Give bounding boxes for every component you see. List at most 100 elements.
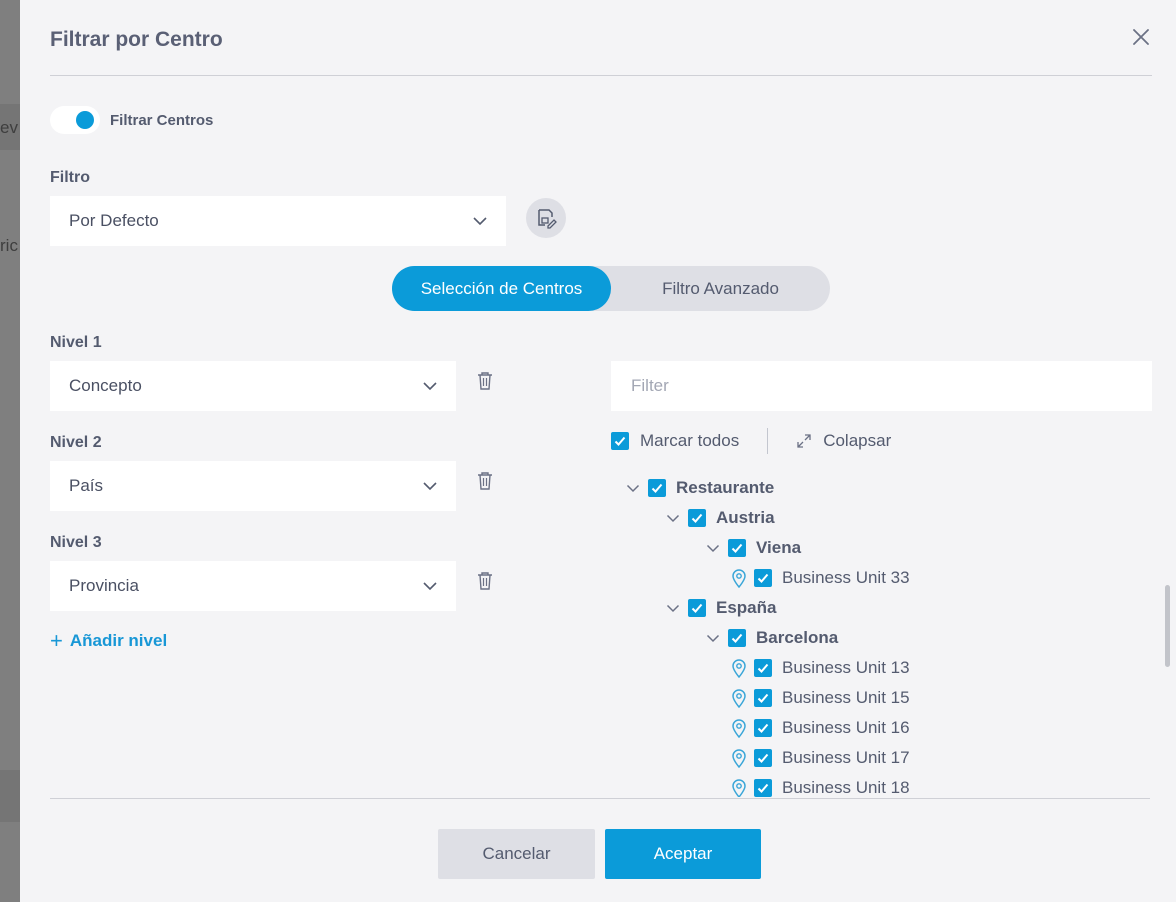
tree-node-label: Viena bbox=[756, 538, 802, 557]
level-3-select[interactable]: Provincia bbox=[50, 561, 456, 611]
trash-icon[interactable] bbox=[477, 571, 493, 591]
save-filter-button[interactable] bbox=[526, 198, 566, 238]
tree-node-label: Business Unit 13 bbox=[782, 658, 910, 677]
plus-icon: + bbox=[50, 628, 63, 653]
chevron-down-icon bbox=[423, 582, 437, 591]
tree-node-checkbox[interactable] bbox=[754, 659, 772, 677]
level-3-label: Nivel 3 bbox=[50, 534, 102, 551]
location-pin-icon bbox=[730, 778, 748, 797]
check-all-checkbox[interactable] bbox=[611, 432, 629, 450]
tree-leaf-node[interactable]: Business Unit 16 bbox=[730, 713, 910, 743]
level-1-label: Nivel 1 bbox=[50, 334, 102, 351]
save-edit-icon bbox=[538, 209, 557, 229]
tree-node-checkbox[interactable] bbox=[688, 509, 706, 527]
toggle-label: Filtrar Centros bbox=[110, 111, 214, 129]
check-icon bbox=[757, 573, 769, 583]
check-icon bbox=[731, 633, 743, 643]
check-icon bbox=[757, 723, 769, 733]
location-pin-icon bbox=[730, 688, 748, 708]
filter-select-value: Por Defecto bbox=[69, 211, 159, 230]
tree-leaf-node[interactable]: Business Unit 13 bbox=[730, 653, 910, 683]
tree-node-label: España bbox=[716, 598, 777, 617]
level-3-value: Provincia bbox=[69, 576, 139, 595]
tab-advanced-filter[interactable]: Filtro Avanzado bbox=[611, 266, 830, 311]
filter-centers-toggle-row: Filtrar Centros bbox=[50, 106, 213, 134]
close-icon[interactable] bbox=[1130, 26, 1152, 48]
check-icon bbox=[691, 513, 703, 523]
location-pin-icon bbox=[730, 748, 748, 768]
tree-group-node[interactable]: Viena bbox=[703, 533, 801, 563]
tree-node-checkbox[interactable] bbox=[728, 539, 746, 557]
level-1-select[interactable]: Concepto bbox=[50, 361, 456, 411]
check-icon bbox=[731, 543, 743, 553]
location-pin-icon bbox=[730, 568, 748, 588]
tree-node-checkbox[interactable] bbox=[728, 629, 746, 647]
chevron-down-icon bbox=[473, 217, 487, 226]
check-icon bbox=[757, 663, 769, 673]
tab-center-selection[interactable]: Selección de Centros bbox=[392, 266, 611, 311]
dialog-title: Filtrar por Centro bbox=[50, 28, 223, 51]
center-tree: Restaurante Austria Viena Business Unit 33 E… bbox=[611, 473, 1156, 797]
tree-node-checkbox[interactable] bbox=[754, 689, 772, 707]
level-1-value: Concepto bbox=[69, 376, 142, 395]
tree-node-checkbox[interactable] bbox=[754, 719, 772, 737]
tree-node-label: Barcelona bbox=[756, 628, 839, 647]
tree-node-checkbox[interactable] bbox=[754, 749, 772, 767]
collapse-arrows-icon bbox=[797, 434, 811, 448]
collapse-button[interactable]: Colapsar bbox=[796, 431, 891, 451]
chevron-down-icon[interactable] bbox=[623, 478, 643, 498]
tree-group-node[interactable]: España bbox=[663, 593, 776, 623]
check-icon bbox=[757, 783, 769, 793]
tree-group-node[interactable]: Barcelona bbox=[703, 623, 838, 653]
tree-node-checkbox[interactable] bbox=[648, 479, 666, 497]
tree-leaf-node[interactable]: Business Unit 15 bbox=[730, 683, 910, 713]
footer-divider bbox=[50, 798, 1150, 799]
add-level-button[interactable]: + Añadir nivel bbox=[50, 630, 167, 652]
selection-mode-tabs: Selección de Centros Filtro Avanzado bbox=[392, 266, 830, 311]
tree-node-checkbox[interactable] bbox=[688, 599, 706, 617]
check-all-label[interactable]: Marcar todos bbox=[640, 431, 739, 451]
check-icon bbox=[691, 603, 703, 613]
filter-dialog: Filtrar por Centro Filtrar Centros Filtr… bbox=[20, 0, 1176, 902]
tree-leaf-node[interactable]: Business Unit 33 bbox=[730, 563, 910, 593]
chevron-down-icon[interactable] bbox=[703, 628, 723, 648]
tree-node-label: Business Unit 17 bbox=[782, 748, 910, 767]
chevron-down-icon bbox=[423, 482, 437, 491]
accept-button[interactable]: Aceptar bbox=[605, 829, 761, 879]
tree-leaf-node[interactable]: Business Unit 18 bbox=[730, 773, 910, 797]
location-pin-icon bbox=[730, 718, 748, 738]
filter-select[interactable]: Por Defecto bbox=[50, 196, 506, 246]
divider bbox=[767, 428, 769, 454]
background-app: ev ric bbox=[0, 0, 20, 902]
tree-node-label: Business Unit 16 bbox=[782, 718, 910, 737]
cancel-button[interactable]: Cancelar bbox=[438, 829, 595, 879]
chevron-down-icon[interactable] bbox=[703, 538, 723, 558]
background-text: ev bbox=[0, 118, 18, 137]
tree-node-label: Business Unit 15 bbox=[782, 688, 910, 707]
level-2-value: País bbox=[69, 476, 104, 495]
filter-label: Filtro bbox=[50, 169, 90, 186]
tree-filter-input[interactable] bbox=[611, 361, 1152, 411]
level-2-label: Nivel 2 bbox=[50, 434, 102, 451]
trash-icon[interactable] bbox=[477, 371, 493, 391]
filter-centers-toggle[interactable] bbox=[50, 106, 100, 134]
chevron-down-icon[interactable] bbox=[663, 598, 683, 618]
collapse-label: Colapsar bbox=[823, 431, 892, 450]
tree-tools: Marcar todos Colapsar bbox=[611, 428, 891, 454]
tree-group-node[interactable]: Austria bbox=[663, 503, 775, 533]
trash-icon[interactable] bbox=[477, 471, 493, 491]
tree-leaf-node[interactable]: Business Unit 17 bbox=[730, 743, 910, 773]
add-level-label: Añadir nivel bbox=[69, 631, 168, 650]
check-icon bbox=[757, 753, 769, 763]
tree-scrollbar[interactable] bbox=[1165, 585, 1170, 667]
tree-node-checkbox[interactable] bbox=[754, 779, 772, 797]
location-pin-icon bbox=[730, 658, 748, 678]
tree-node-label: Business Unit 33 bbox=[782, 568, 910, 587]
tree-node-label: Business Unit 18 bbox=[782, 778, 910, 797]
tree-group-node[interactable]: Restaurante bbox=[623, 473, 774, 503]
toggle-knob bbox=[76, 111, 94, 129]
check-icon bbox=[614, 436, 626, 446]
chevron-down-icon[interactable] bbox=[663, 508, 683, 528]
level-2-select[interactable]: País bbox=[50, 461, 456, 511]
tree-node-checkbox[interactable] bbox=[754, 569, 772, 587]
